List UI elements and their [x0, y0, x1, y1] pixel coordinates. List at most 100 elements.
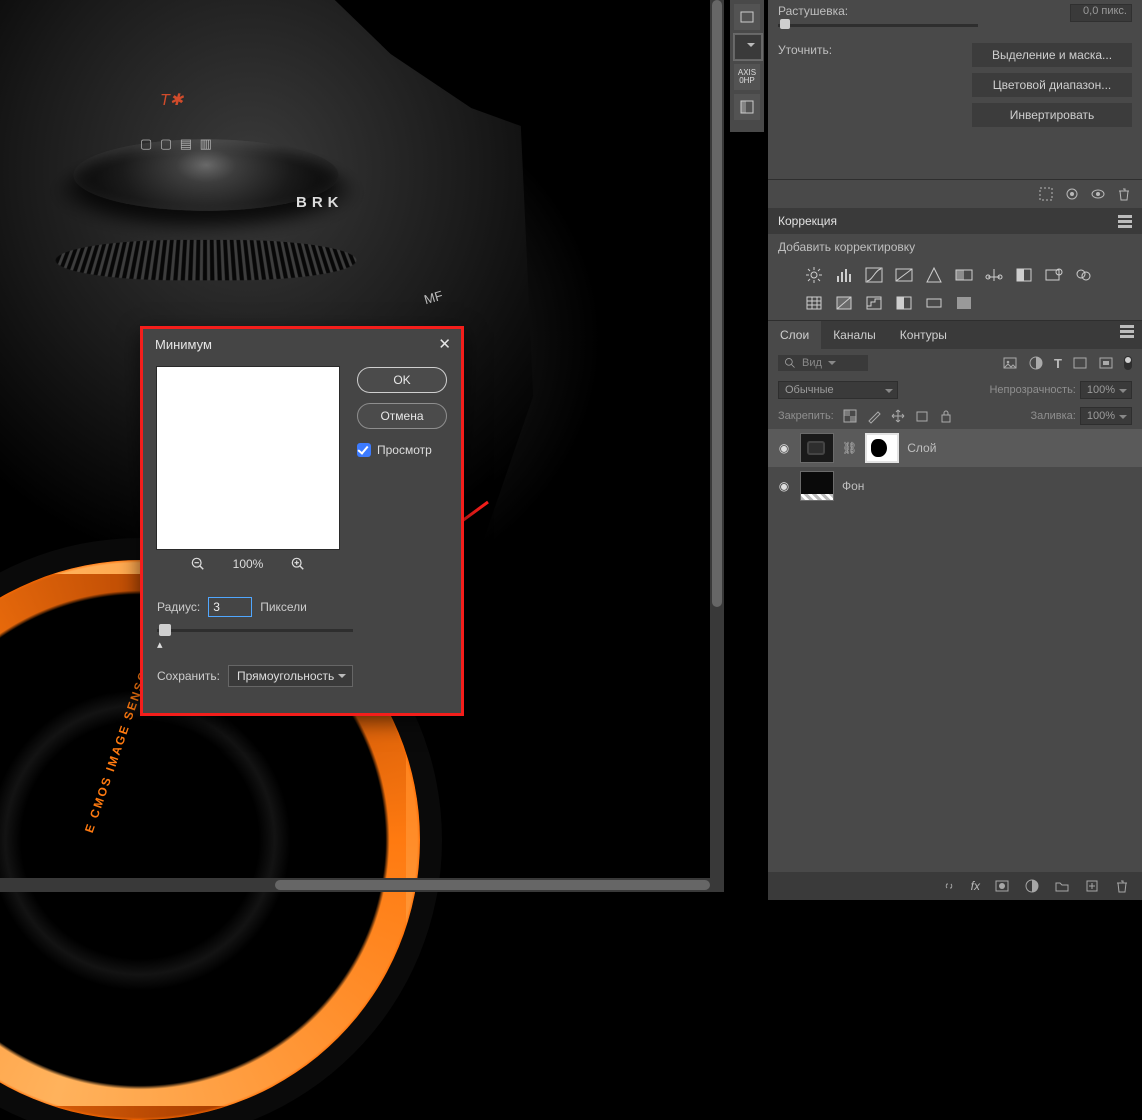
lock-all-icon[interactable]: [938, 408, 954, 424]
photo-filter-icon[interactable]: [1044, 266, 1064, 284]
filter-smart-icon[interactable]: [1098, 355, 1114, 371]
layer-filter-dropdown[interactable]: Вид: [778, 355, 868, 371]
layers-bottom-bar: fx: [768, 872, 1142, 900]
filter-preview[interactable]: [157, 367, 339, 549]
lock-pixels-icon[interactable]: [866, 408, 882, 424]
new-layer-icon[interactable]: [1084, 878, 1100, 894]
exposure-icon[interactable]: [894, 266, 914, 284]
layer-filter-label: Вид: [802, 357, 822, 369]
toggle-visibility-icon[interactable]: [1090, 186, 1106, 202]
tool-icon-4[interactable]: [734, 94, 760, 120]
t-star-mark: T✱: [160, 90, 183, 110]
filter-image-icon[interactable]: [1002, 355, 1018, 371]
new-group-icon[interactable]: [1054, 878, 1070, 894]
tab-paths[interactable]: Контуры: [888, 321, 959, 349]
invert-button[interactable]: Инвертировать: [972, 103, 1132, 127]
layer-name-2[interactable]: Фон: [842, 479, 864, 493]
tab-channels[interactable]: Каналы: [821, 321, 888, 349]
mini-tool-column: AXIS0HP: [730, 0, 764, 132]
filter-adjust-icon[interactable]: [1028, 355, 1044, 371]
threshold-icon[interactable]: [894, 294, 914, 312]
zoom-in-icon[interactable]: [291, 557, 305, 571]
brk-label: BRK: [296, 194, 344, 211]
color-balance-icon[interactable]: [984, 266, 1004, 284]
layer-thumb-2[interactable]: [800, 471, 834, 501]
opacity-value[interactable]: 100%: [1080, 381, 1132, 399]
layer-row-2[interactable]: ◉ Фон: [768, 467, 1142, 505]
zoom-out-icon[interactable]: [191, 557, 205, 571]
preview-checkbox[interactable]: [357, 443, 371, 457]
radius-unit: Пиксели: [260, 600, 307, 614]
load-selection-icon[interactable]: [1038, 186, 1054, 202]
channel-mixer-icon[interactable]: [1074, 266, 1094, 284]
new-adjustment-icon[interactable]: [1024, 878, 1040, 894]
lock-artboard-icon[interactable]: [914, 408, 930, 424]
add-mask-icon[interactable]: [994, 878, 1010, 894]
adjustments-panel-title: Коррекция: [778, 214, 837, 228]
filter-shape-icon[interactable]: [1072, 355, 1088, 371]
cancel-button[interactable]: Отмена: [357, 403, 447, 429]
delete-layer-icon[interactable]: [1114, 878, 1130, 894]
minimum-filter-dialog: Минимум ✕ 100% OK Отмена Просмотр Радиус…: [140, 326, 464, 716]
delete-mask-icon[interactable]: [1116, 186, 1132, 202]
canvas-scrollbar-vertical[interactable]: [710, 0, 724, 892]
tool-icon-1[interactable]: [734, 4, 760, 30]
invert-icon[interactable]: [834, 294, 854, 312]
gradient-map-icon[interactable]: [924, 294, 944, 312]
color-range-button[interactable]: Цветовой диапазон...: [972, 73, 1132, 97]
radius-input[interactable]: [208, 597, 252, 617]
posterize-icon[interactable]: [864, 294, 884, 312]
filter-text-icon[interactable]: T: [1054, 356, 1062, 371]
apply-mask-icon[interactable]: [1064, 186, 1080, 202]
dialog-close-button[interactable]: ✕: [438, 335, 451, 353]
hue-sat-icon[interactable]: [954, 266, 974, 284]
selective-color-icon[interactable]: [954, 294, 974, 312]
tool-icon-axis[interactable]: AXIS0HP: [734, 64, 760, 90]
tab-layers[interactable]: Слои: [768, 321, 821, 349]
bw-icon[interactable]: [1014, 266, 1034, 284]
zoom-level: 100%: [233, 557, 264, 571]
color-lookup-icon[interactable]: [804, 294, 824, 312]
layers-panel-menu[interactable]: [1120, 330, 1134, 333]
mask-link-icon[interactable]: ⛓: [842, 441, 857, 455]
fill-value[interactable]: 100%: [1080, 407, 1132, 425]
layer-fx-icon[interactable]: fx: [971, 879, 980, 893]
opacity-label: Непрозрачность:: [989, 384, 1075, 396]
lock-transparency-icon[interactable]: [842, 408, 858, 424]
adjustment-icons-grid: [768, 260, 1142, 320]
filter-toggle[interactable]: [1124, 356, 1132, 370]
preserve-label: Сохранить:: [157, 669, 220, 683]
curves-icon[interactable]: [864, 266, 884, 284]
dial-markings: ▢ ▢ ▤ ▥: [140, 136, 214, 152]
search-icon: [784, 357, 796, 369]
feather-slider-thumb[interactable]: [780, 19, 790, 29]
adjustments-panel-menu[interactable]: [1118, 220, 1132, 223]
canvas-scrollbar-horizontal[interactable]: [0, 878, 724, 892]
radius-slider-thumb[interactable]: [159, 624, 171, 636]
vibrance-icon[interactable]: [924, 266, 944, 284]
layer-visibility-1[interactable]: ◉: [776, 441, 792, 455]
brightness-icon[interactable]: [804, 266, 824, 284]
right-panels: Растушевка: 0,0 пикс. Уточнить: Выделени…: [768, 0, 1142, 900]
fill-label: Заливка:: [1030, 410, 1075, 422]
dial-knurl-graphic: [47, 240, 364, 280]
add-adjustment-label: Добавить корректировку: [768, 234, 1142, 260]
layer-mask-thumb-1[interactable]: [865, 433, 899, 463]
preview-checkbox-label: Просмотр: [377, 443, 432, 457]
radius-label: Радиус:: [157, 600, 200, 614]
levels-icon[interactable]: [834, 266, 854, 284]
feather-slider[interactable]: [778, 24, 978, 27]
preserve-dropdown[interactable]: Прямоугольность: [228, 665, 353, 687]
link-layers-icon[interactable]: [941, 878, 957, 894]
layer-row-1[interactable]: ◉ ⛓ Слой: [768, 429, 1142, 467]
ok-button[interactable]: OK: [357, 367, 447, 393]
radius-slider[interactable]: [157, 629, 353, 632]
feather-value[interactable]: 0,0 пикс.: [1070, 4, 1132, 22]
lock-position-icon[interactable]: [890, 408, 906, 424]
blend-mode-dropdown[interactable]: Обычные: [778, 381, 898, 399]
layer-thumb-1[interactable]: [800, 433, 834, 463]
select-and-mask-button[interactable]: Выделение и маска...: [972, 43, 1132, 67]
tool-icon-2[interactable]: [734, 34, 762, 60]
layer-visibility-2[interactable]: ◉: [776, 479, 792, 493]
layer-name-1[interactable]: Слой: [907, 441, 936, 455]
